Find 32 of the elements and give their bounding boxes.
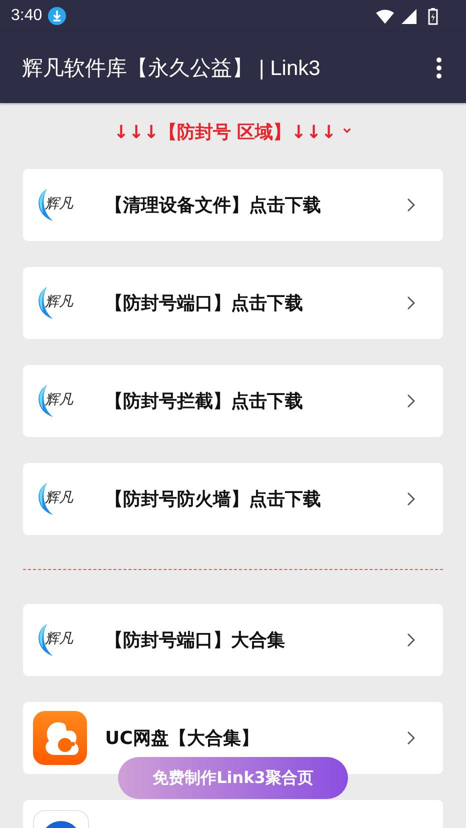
squirrel-logo — [33, 711, 87, 765]
download-icon — [48, 7, 66, 25]
logo: 辉凡 — [33, 381, 83, 421]
link-card[interactable]: 辉凡 【清理设备文件】点击下载 — [23, 169, 443, 241]
card-label: 【防封号端口】点击下载 — [105, 292, 304, 315]
chevron-right-icon — [407, 731, 415, 745]
more-icon[interactable] — [436, 56, 442, 78]
logo: 辉凡 — [33, 620, 83, 660]
chevron-right-icon — [407, 633, 415, 647]
signal-icon — [400, 8, 418, 24]
card-label: 【清理设备文件】点击下载 — [105, 194, 322, 217]
chevron-right-icon — [407, 492, 415, 506]
wifi-icon — [376, 8, 394, 24]
link-card[interactable]: 辉凡 【防封号端口】大合集 — [23, 604, 443, 676]
chevron-right-icon — [407, 198, 415, 212]
card-label: 【防封号拦截】点击下载 — [105, 390, 304, 413]
card-label: UC网盘【大合集】 — [105, 727, 260, 750]
card-label: 【防封号防火墙】点击下载 — [105, 488, 322, 511]
logo: 辉凡 — [33, 479, 83, 519]
battery-icon — [428, 8, 438, 24]
link-card[interactable]: 辉凡 【防封号端口】点击下载 — [23, 267, 443, 339]
link-card[interactable]: 辉凡 【防封号拦截】点击下载 — [23, 365, 443, 437]
section-title: ↓↓↓【防封号 区域】↓↓↓ — [114, 121, 336, 144]
card-label: 【防封号端口】大合集 — [105, 629, 286, 652]
app-title: 辉凡软件库【永久公益】 | Link3 — [22, 56, 322, 82]
logo: 辉凡 — [33, 185, 83, 225]
chevron-right-icon — [407, 394, 415, 408]
status-time: 3:40 — [11, 7, 42, 25]
chevron-icon[interactable] — [342, 128, 352, 136]
logo: 辉凡 — [33, 283, 83, 323]
chevron-right-icon — [407, 296, 415, 310]
link-card[interactable]: 辉凡 【防封号防火墙】点击下载 — [23, 463, 443, 535]
